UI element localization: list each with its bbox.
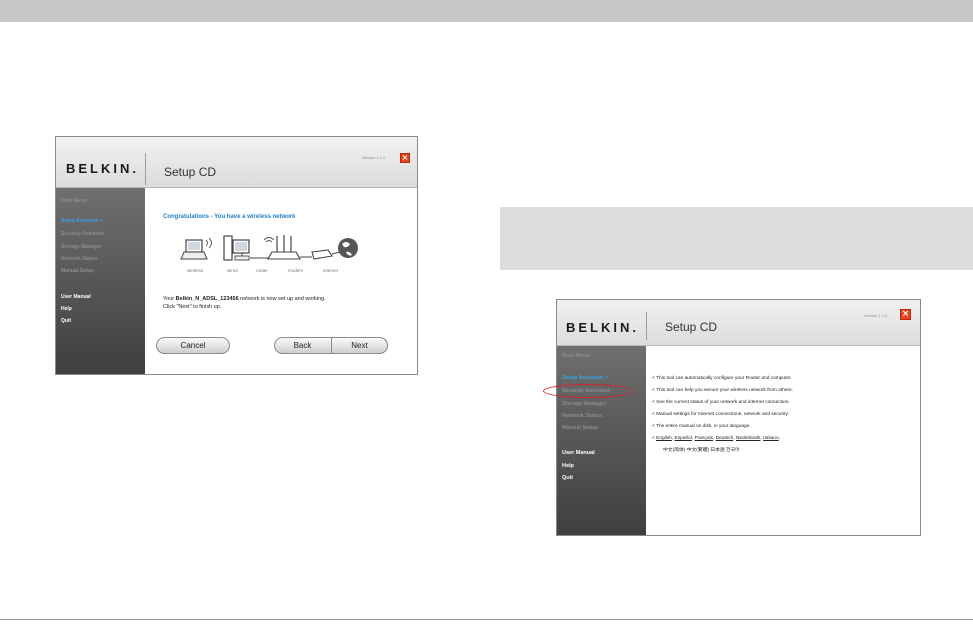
- router-icon: [263, 235, 312, 260]
- sidebar-item-quit[interactable]: Quit: [562, 475, 573, 481]
- sidebar-item-network-status[interactable]: Network Status: [61, 256, 97, 262]
- sidebar-item-user-manual[interactable]: User Manual: [61, 294, 91, 300]
- sidebar-item-manual-setup[interactable]: Manual Setup: [562, 425, 598, 431]
- sidebar-item-setup-assistant[interactable]: Setup Assistant >: [562, 375, 608, 381]
- main-menu-label: Main Menu: [61, 198, 87, 204]
- app-title: Setup CD: [164, 165, 217, 179]
- setup-cd-window-congratulations: BELKIN. Setup CD Version 1.1.0 × Main Me…: [55, 136, 418, 375]
- status-message: Your Belkin_N_ADSL_123456 network is now…: [163, 296, 326, 302]
- version-label: Version 1.1.0: [864, 313, 888, 318]
- language-link-espanol[interactable]: Español: [675, 436, 692, 441]
- language-links-asian[interactable]: 中文(简体) 中文(繁體) 日本語 한국어: [663, 446, 739, 453]
- sidebar-item-user-manual[interactable]: User Manual: [562, 450, 595, 456]
- sidebar-item-security-assistant[interactable]: Security Assistant: [61, 231, 104, 237]
- belkin-logo: BELKIN.: [566, 320, 639, 335]
- language-link-italiano[interactable]: Italiano: [763, 436, 778, 441]
- shaded-banner: [500, 207, 973, 270]
- modem-icon: [311, 249, 341, 260]
- sidebar-item-quit[interactable]: Quit: [61, 318, 71, 324]
- sidebar-item-help[interactable]: Help: [61, 306, 72, 312]
- device-label: modem: [288, 268, 304, 273]
- header-divider: [145, 153, 146, 185]
- language-link-deutsch[interactable]: Deutsch: [716, 436, 734, 441]
- belkin-logo: BELKIN.: [66, 161, 139, 176]
- close-icon[interactable]: ×: [900, 309, 911, 320]
- internet-globe-icon: [338, 238, 358, 258]
- language-link-nederlands[interactable]: Nederlands: [736, 436, 761, 441]
- app-title: Setup CD: [665, 320, 718, 334]
- header-divider: [646, 312, 647, 340]
- highlight-oval: [543, 384, 633, 398]
- main-menu-label: Main Menu: [562, 353, 591, 359]
- sidebar-item-storage-manager[interactable]: Storage Manager: [61, 244, 102, 250]
- device-label: wireless: [187, 268, 204, 273]
- cancel-button[interactable]: Cancel: [156, 337, 230, 354]
- wired-desktop-icon: [223, 235, 276, 261]
- version-label: Version 1.1.0: [362, 155, 386, 160]
- footer-rule: [0, 619, 973, 620]
- setup-assistant-description: < This tool can automatically configure …: [652, 376, 792, 381]
- sidebar-item-manual-setup[interactable]: Manual Setup: [61, 268, 94, 274]
- user-manual-description: < The entire manual on disk, in your lan…: [652, 424, 751, 429]
- status-instruction: Click "Next" to finish up.: [163, 304, 222, 310]
- setup-cd-window-main-menu: BELKIN. Setup CD Version 1.1.0 × Main Me…: [556, 299, 921, 536]
- network-name: Belkin_N_ADSL_123456: [175, 296, 239, 302]
- window-header: BELKIN. Setup CD Version 1.1.0 ×: [56, 137, 417, 188]
- window-header: BELKIN. Setup CD Version 1.1.0 ×: [557, 300, 920, 346]
- device-label: wired: [227, 268, 238, 273]
- language-link-francais[interactable]: Français: [695, 436, 713, 441]
- wireless-laptop-icon: [180, 237, 212, 260]
- security-assistant-description: < This tool can help you secure your wir…: [652, 388, 793, 393]
- network-status-description: < See the current status of your network…: [652, 400, 790, 405]
- close-icon[interactable]: ×: [400, 153, 410, 163]
- next-button[interactable]: Next: [331, 337, 388, 354]
- sidebar-item-storage-manager[interactable]: Storage Manager: [562, 401, 607, 407]
- sidebar: Main Menu Setup Assistant > Security Ass…: [557, 346, 646, 535]
- sidebar: Main Menu Setup Assistant > Security Ass…: [56, 188, 145, 374]
- sidebar-item-network-status[interactable]: Network Status: [562, 413, 602, 419]
- language-links: < English, Español, Français, Deutsch, N…: [652, 436, 780, 441]
- page-header-bar: [0, 0, 973, 22]
- device-label: router: [256, 268, 268, 273]
- manual-setup-description: < Manual settings for Internet connectio…: [652, 412, 789, 417]
- sidebar-item-help[interactable]: Help: [562, 463, 574, 469]
- congratulations-heading: Congratulations - You have a wireless ne…: [163, 214, 296, 220]
- sidebar-item-setup-assistant[interactable]: Setup Assistant >: [61, 218, 103, 224]
- language-link-english[interactable]: English: [656, 436, 672, 441]
- device-label: internet: [323, 268, 339, 273]
